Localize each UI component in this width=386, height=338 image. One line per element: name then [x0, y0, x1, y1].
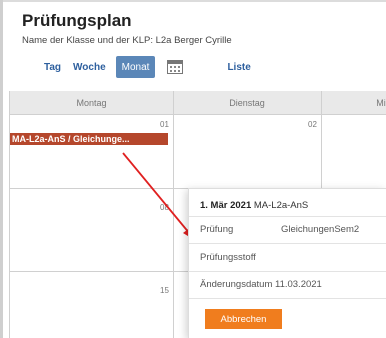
popup-divider [189, 271, 386, 272]
exam-value: GleichungenSem2 [281, 224, 360, 235]
week-view-button[interactable]: Woche [67, 56, 112, 78]
day-number: 02 [308, 120, 317, 129]
list-view-button[interactable]: Liste [221, 56, 256, 78]
popup-title: 1. Mär 2021 MA-L2a-AnS [200, 200, 308, 211]
day-number: 15 [160, 286, 169, 295]
weekday-wednesday: Mi [376, 98, 386, 108]
frame-left-border [0, 0, 3, 338]
view-toolbar: Tag Woche Monat Liste [38, 56, 257, 78]
exam-label: Prüfung [200, 224, 234, 235]
weekday-header: Montag Dienstag Mi [10, 91, 386, 115]
page-title: Prüfungsplan [22, 11, 132, 30]
weekday-tuesday: Dienstag [229, 98, 265, 108]
popup-course: MA-L2a-AnS [253, 200, 309, 211]
frame-top-border [0, 0, 386, 2]
cancel-button[interactable]: Abbrechen [205, 309, 282, 329]
popup-divider [189, 298, 386, 299]
day-number: 08 [160, 203, 169, 212]
page-subtitle: Name der Klasse und der KLP: L2a Berger … [22, 35, 232, 46]
column-divider [173, 91, 174, 338]
day-number: 01 [160, 120, 169, 129]
popup-date: 1. Mär 2021 [200, 200, 252, 211]
day-view-button[interactable]: Tag [38, 56, 67, 78]
popup-divider [189, 216, 386, 217]
calendar-icon[interactable] [167, 60, 184, 74]
exam-material-label: Prüfungsstoff [200, 252, 256, 263]
exam-event[interactable]: MA-L2a-AnS / Gleichunge... [10, 133, 168, 145]
popup-divider [189, 243, 386, 244]
change-date: Änderungsdatum 11.03.2021 [200, 279, 322, 290]
weekday-monday: Montag [76, 98, 107, 108]
month-view-button[interactable]: Monat [115, 56, 156, 78]
event-details-popup: 1. Mär 2021 MA-L2a-AnS Prüfung Gleichung… [188, 188, 386, 338]
